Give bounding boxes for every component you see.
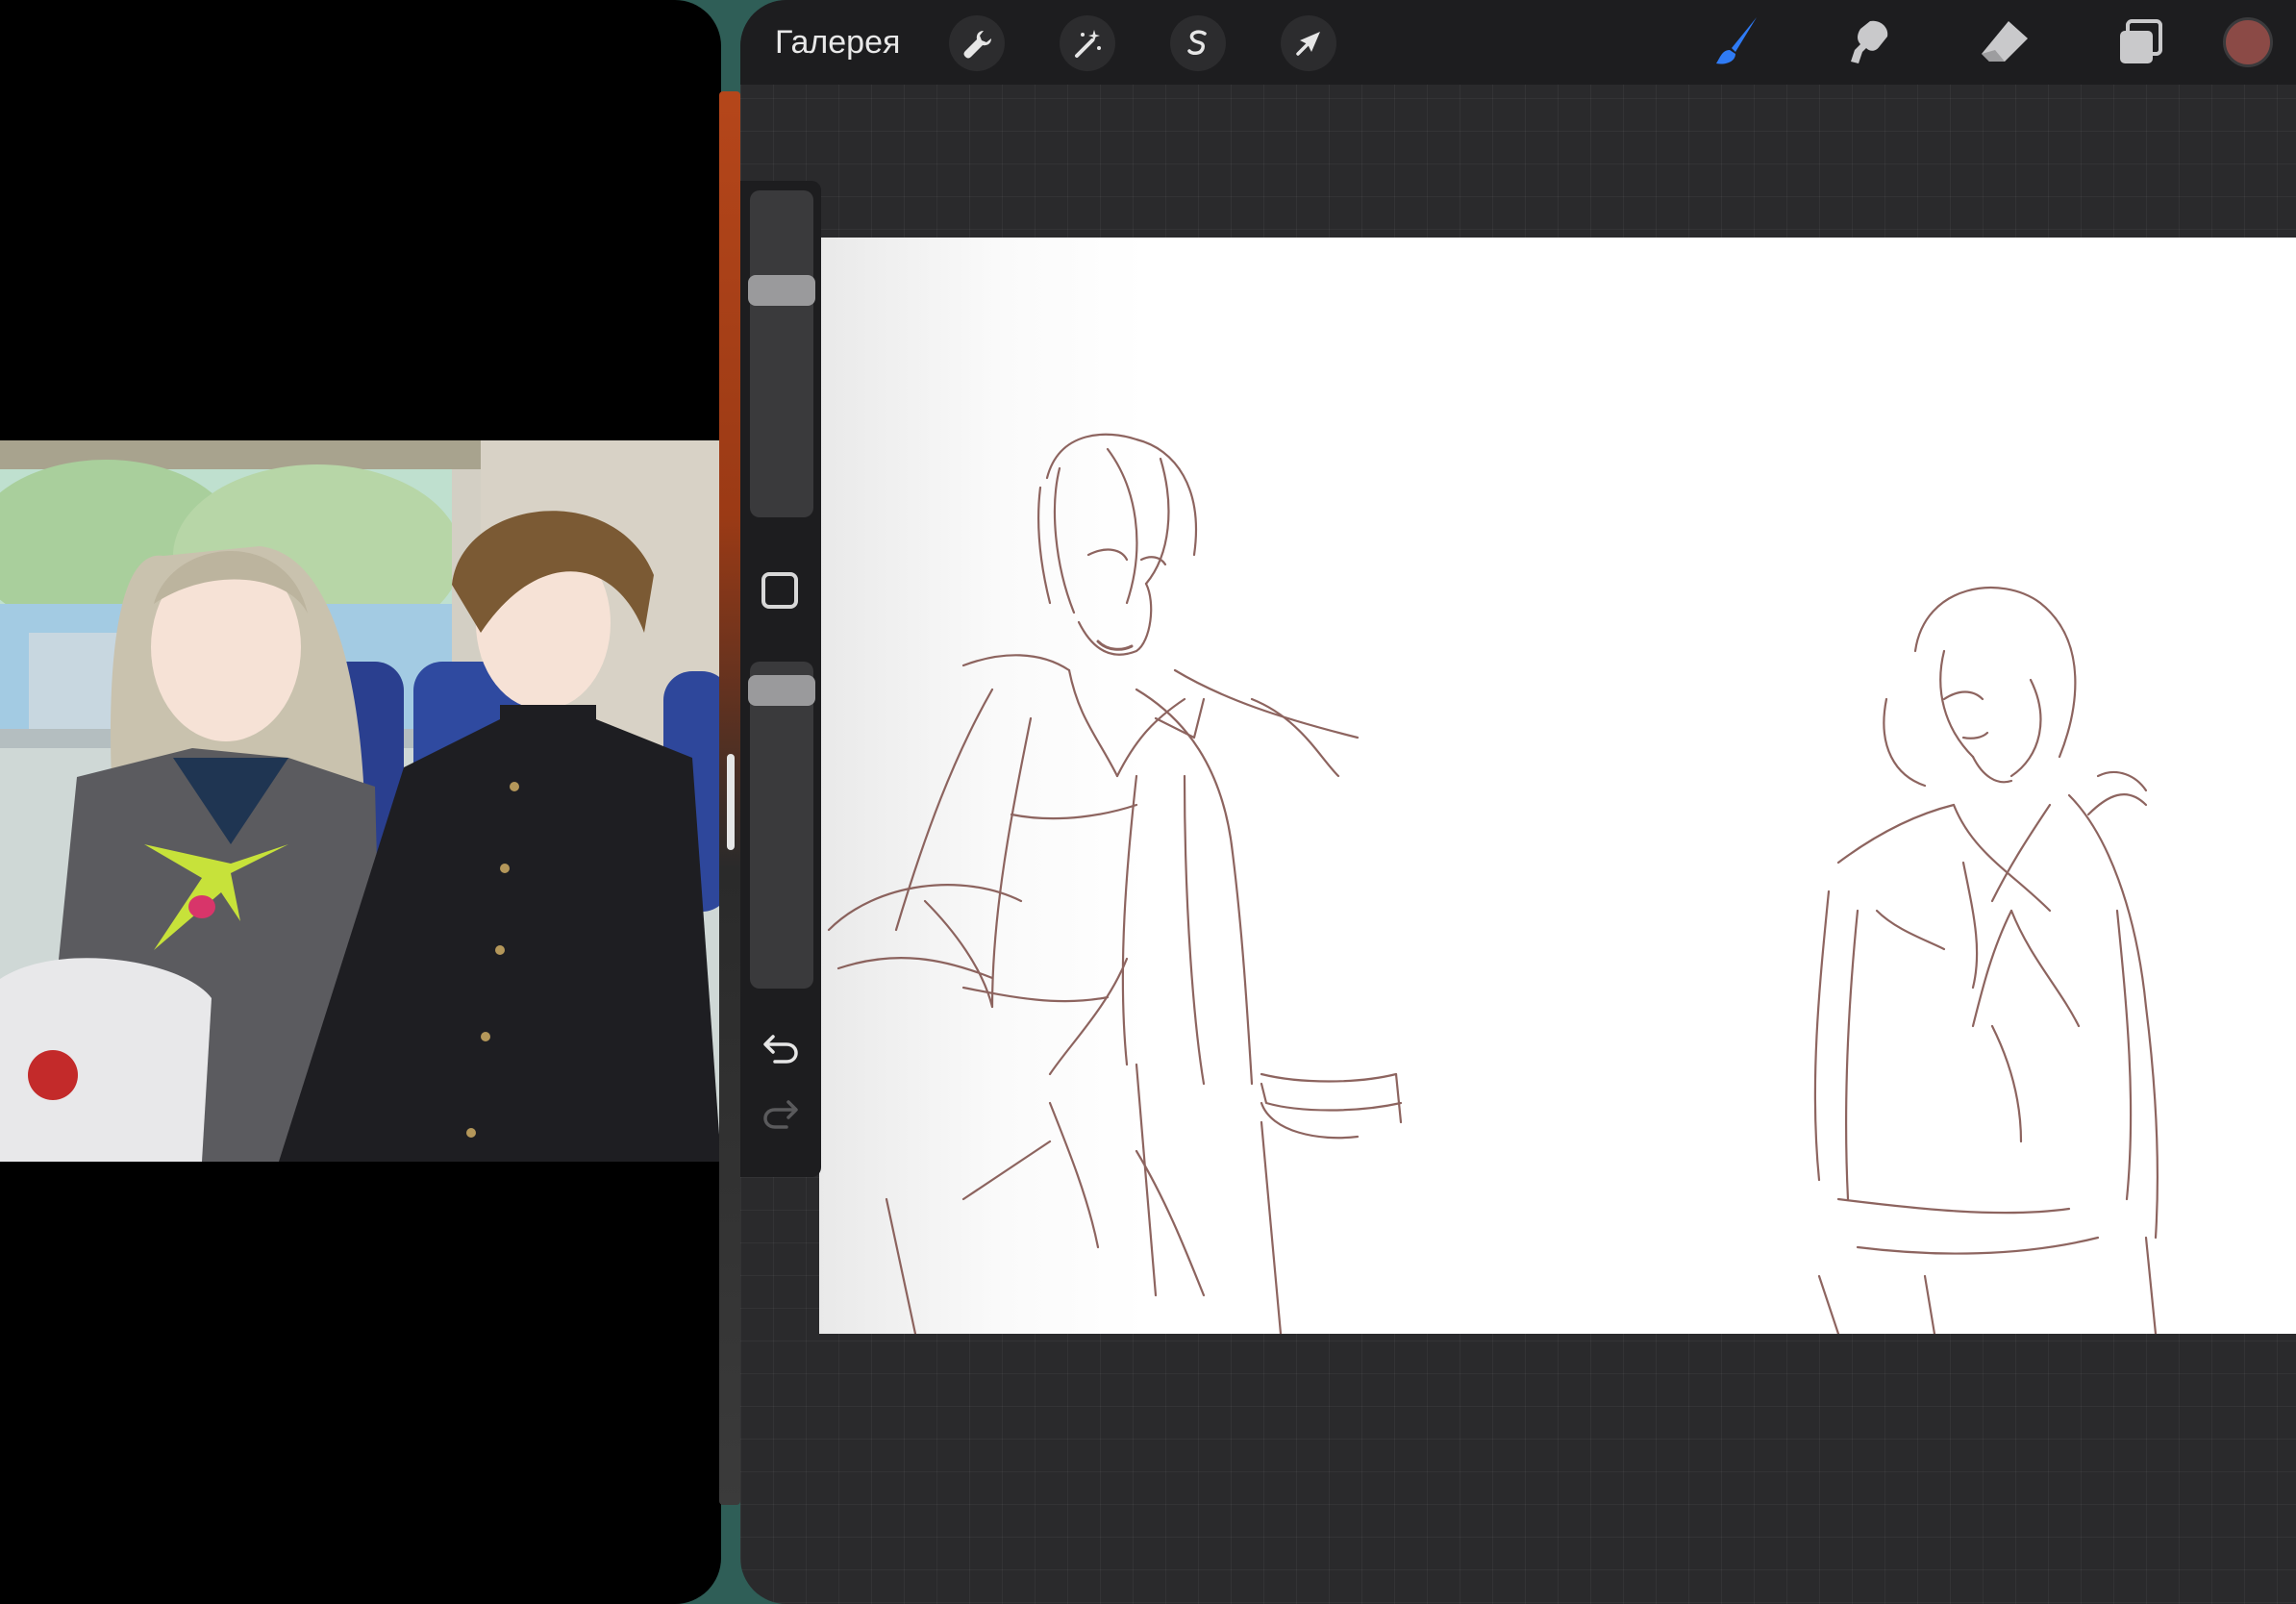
left-sidebar xyxy=(740,181,821,1177)
redo-button[interactable] xyxy=(758,1090,804,1137)
magic-wand-icon xyxy=(1075,30,1101,58)
adjustments-button[interactable] xyxy=(1060,15,1115,71)
color-picker-swatch[interactable] xyxy=(2223,17,2273,67)
actions-button[interactable] xyxy=(949,15,1005,71)
transform-button[interactable] xyxy=(1281,15,1336,71)
brush-icon xyxy=(1716,17,1757,64)
reference-anime-frame xyxy=(0,440,721,1162)
undo-icon xyxy=(763,1035,798,1064)
layers-icon xyxy=(2120,19,2162,63)
procreate-pane: Галерея xyxy=(740,0,2296,1604)
eraser-icon xyxy=(1982,21,2028,62)
redo-icon xyxy=(763,1100,798,1129)
selection-icon xyxy=(1187,30,1207,55)
smudge-tool-button[interactable] xyxy=(1841,13,1899,71)
sketch-drawing xyxy=(827,433,2159,1336)
brush-size-thumb[interactable] xyxy=(748,275,815,306)
brush-size-slider[interactable] xyxy=(748,190,815,517)
undo-button[interactable] xyxy=(758,1025,804,1071)
opacity-thumb[interactable] xyxy=(748,675,815,706)
wrench-icon xyxy=(963,31,991,59)
modify-button[interactable] xyxy=(761,572,798,609)
drawing-canvas[interactable] xyxy=(819,238,2296,1336)
split-view-handle[interactable] xyxy=(727,754,735,850)
opacity-slider[interactable] xyxy=(748,662,815,989)
reference-pane xyxy=(0,0,721,1604)
gallery-button[interactable]: Галерея xyxy=(775,19,900,65)
smudge-icon xyxy=(1851,20,1888,63)
anime-illustration xyxy=(0,440,721,1162)
eraser-tool-button[interactable] xyxy=(1976,13,2034,71)
transform-arrow-icon xyxy=(1296,32,1320,56)
layers-button[interactable] xyxy=(2110,13,2168,71)
top-toolbar: Галерея xyxy=(740,0,2296,85)
brush-tool-button[interactable] xyxy=(1707,13,1764,71)
selection-button[interactable] xyxy=(1170,15,1226,71)
